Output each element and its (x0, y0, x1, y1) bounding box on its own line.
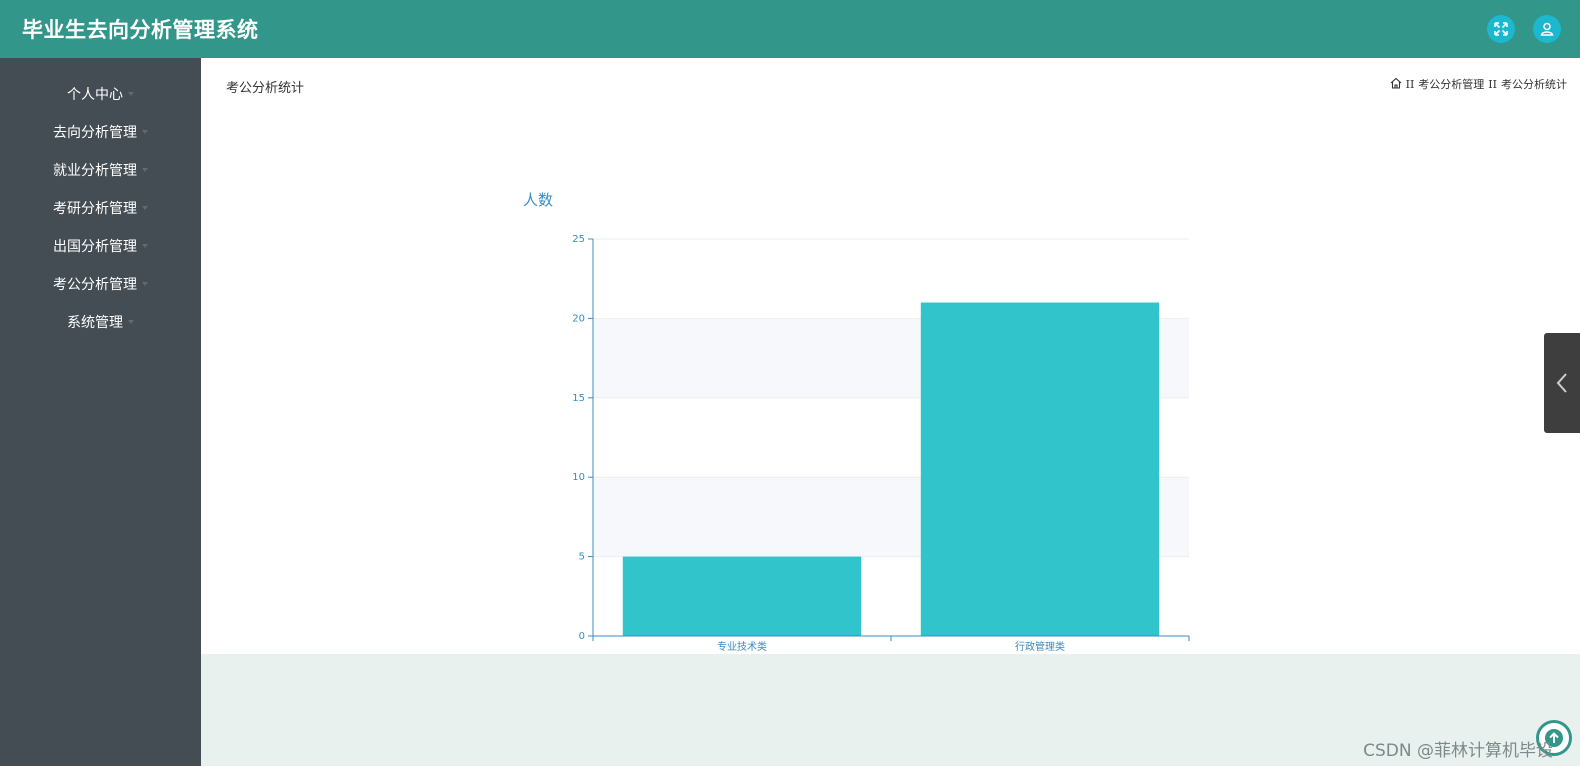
chevron-down-icon (142, 130, 148, 134)
sidebar-item-label: 考公分析管理 (53, 277, 137, 293)
y-tick-label: 10 (572, 472, 585, 483)
header-icons (1487, 15, 1561, 43)
side-panel-toggle[interactable] (1544, 333, 1580, 433)
chevron-down-icon (128, 320, 134, 324)
breadcrumb-separator: II (1488, 77, 1497, 91)
breadcrumb-separator: II (1405, 77, 1415, 91)
sidebar: 个人中心 去向分析管理 就业分析管理 考研分析管理 出国分析管理 考公分析管理 … (0, 58, 201, 766)
y-tick-label: 5 (579, 552, 585, 563)
y-tick-label: 0 (579, 631, 585, 642)
sidebar-item-employment-analysis[interactable]: 就业分析管理 (0, 151, 201, 189)
bar (920, 302, 1160, 636)
page-title: 考公分析统计 (226, 81, 305, 96)
breadcrumb: II 考公分析管理 II 考公分析统计 (1390, 76, 1567, 92)
fullscreen-icon[interactable] (1487, 15, 1515, 43)
y-tick-label: 20 (572, 313, 585, 324)
sidebar-item-label: 考研分析管理 (53, 201, 137, 217)
sidebar-item-personal-center[interactable]: 个人中心 (0, 75, 201, 113)
sidebar-item-label: 系统管理 (67, 315, 123, 331)
y-tick-label: 25 (572, 234, 585, 245)
chevron-down-icon (142, 206, 148, 210)
sidebar-item-label: 就业分析管理 (53, 163, 137, 179)
bar (622, 556, 862, 636)
sidebar-item-label: 个人中心 (67, 87, 123, 103)
sidebar-item-civil-exam-analysis[interactable]: 考公分析管理 (0, 265, 201, 303)
app-title: 毕业生去向分析管理系统 (22, 18, 259, 42)
chevron-left-icon (1556, 373, 1567, 393)
main-content: 考公分析统计 II 考公分析管理 II 考公分析统计 0 5 10 15 20 25 专业技… (201, 58, 1580, 654)
home-icon[interactable] (1390, 77, 1402, 92)
chevron-down-icon (128, 92, 134, 96)
user-icon[interactable] (1533, 15, 1561, 43)
sidebar-item-destination-analysis[interactable]: 去向分析管理 (0, 113, 201, 151)
watermark: CSDN @菲林计算机毕设 (1363, 741, 1553, 761)
sidebar-item-system-management[interactable]: 系统管理 (0, 303, 201, 341)
x-tick-label: 专业技术类 (717, 640, 767, 653)
x-tick-label: 行政管理类 (1015, 640, 1065, 653)
y-axis-label: 人数 (523, 191, 553, 209)
app-header: 毕业生去向分析管理系统 (0, 0, 1580, 58)
sidebar-item-label: 去向分析管理 (53, 125, 137, 141)
y-tick-label: 15 (572, 393, 585, 404)
breadcrumb-item[interactable]: 考公分析管理 (1418, 76, 1484, 92)
bar-chart: 0 5 10 15 20 25 专业技术类 行政管理类 人数 (501, 122, 1221, 653)
chevron-down-icon (142, 282, 148, 286)
breadcrumb-item: 考公分析统计 (1501, 78, 1567, 91)
sidebar-item-label: 出国分析管理 (53, 239, 137, 255)
chevron-down-icon (142, 244, 148, 248)
sidebar-item-graduate-exam-analysis[interactable]: 考研分析管理 (0, 189, 201, 227)
chart-svg: 0 5 10 15 20 25 专业技术类 行政管理类 人数 (523, 191, 1190, 653)
sidebar-item-abroad-analysis[interactable]: 出国分析管理 (0, 227, 201, 265)
chevron-down-icon (142, 168, 148, 172)
